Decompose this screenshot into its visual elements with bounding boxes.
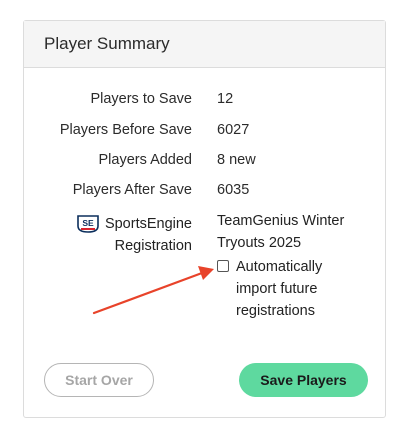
start-over-button[interactable]: Start Over — [44, 363, 154, 397]
card-header: Player Summary — [24, 21, 385, 68]
registration-name-line1: TeamGenius Winter — [217, 213, 345, 229]
card-title: Player Summary — [44, 34, 170, 53]
sportsengine-brand-label: SportsEngine — [104, 216, 192, 232]
players-before-save-label: Players Before Save — [59, 122, 192, 138]
auto-import-option[interactable]: Automatically import future registration… — [217, 256, 367, 322]
registration-value-block: TeamGenius Winter Tryouts 2025 Automatic… — [217, 210, 367, 322]
sportsengine-logo-icon: SE — [77, 215, 99, 233]
players-to-save-value: 12 — [217, 91, 234, 107]
sportsengine-registration-label: SE SportsEngine Registration — [77, 213, 192, 257]
registration-label: Registration — [114, 238, 192, 254]
registration-name-line2: Tryouts 2025 — [217, 235, 302, 251]
auto-import-label[interactable]: Automatically import future registration… — [236, 256, 348, 322]
svg-text:SE: SE — [82, 218, 94, 228]
players-after-save-label: Players After Save — [72, 182, 192, 198]
save-players-button[interactable]: Save Players — [239, 363, 368, 397]
players-added-value: 8 new — [217, 152, 256, 168]
annotation-arrow-icon — [92, 266, 214, 315]
player-summary-card: Player Summary Players to Save 12 Player… — [23, 20, 386, 418]
players-added-label: Players Added — [98, 152, 192, 168]
players-to-save-label: Players to Save — [90, 91, 192, 107]
players-after-save-value: 6035 — [217, 182, 250, 198]
players-before-save-value: 6027 — [217, 122, 250, 138]
